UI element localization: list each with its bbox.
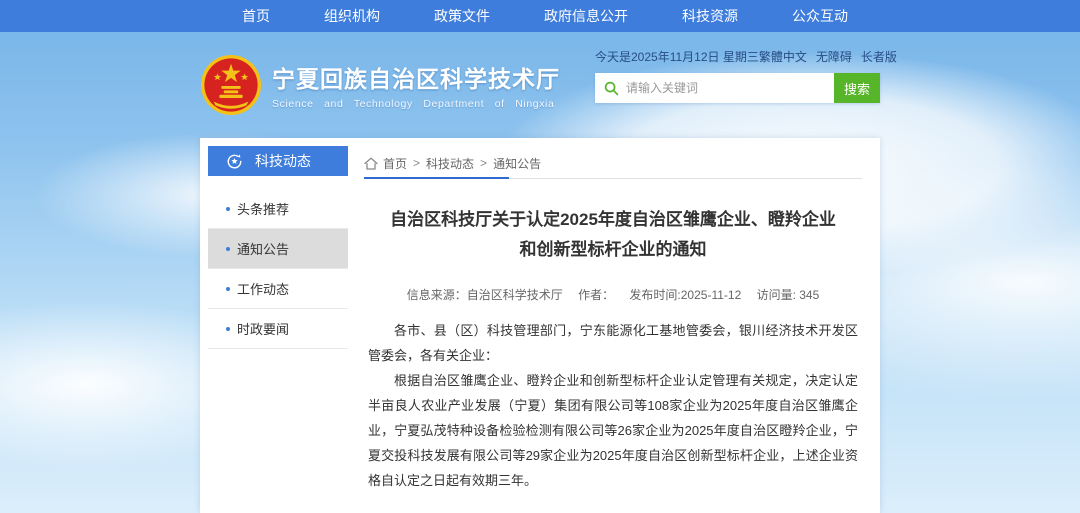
content-panel: 科技动态 头条推荐 通知公告 工作动态 时政要闻: [200, 138, 880, 513]
article-title-line2: 和创新型标杆企业的通知: [368, 235, 858, 265]
breadcrumb-separator: >: [413, 156, 420, 170]
search-input[interactable]: [626, 74, 834, 102]
top-navbar: 首页 组织机构 政策文件 政府信息公开 科技资源 公众互动: [0, 0, 1080, 32]
article-meta: 信息来源：自治区科学技术厅 作者： 发布时间:2025-11-12 访问量: 3…: [368, 286, 858, 303]
article-title-line1: 自治区科技厅关于认定2025年度自治区雏鹰企业、瞪羚企业: [368, 205, 858, 235]
sidebar-list: 头条推荐 通知公告 工作动态 时政要闻: [208, 189, 348, 349]
quick-links: 繁體中文 无障碍 长者版: [759, 48, 897, 65]
article: 自治区科技厅关于认定2025年度自治区雏鹰企业、瞪羚企业 和创新型标杆企业的通知…: [364, 179, 862, 513]
sidebar-item-work-trends[interactable]: 工作动态: [208, 269, 348, 309]
bullet-dot-icon: [226, 207, 230, 211]
breadcrumb-divider-accent: [364, 177, 509, 179]
current-date: 今天是2025年11月12日 星期三: [595, 48, 759, 65]
nav-item-organization[interactable]: 组织机构: [324, 6, 380, 26]
nav-item-home[interactable]: 首页: [242, 6, 270, 26]
sidebar-header-tech-news[interactable]: 科技动态: [208, 146, 348, 176]
sidebar-item-label: 头条推荐: [237, 199, 289, 218]
article-paragraph: 根据自治区雏鹰企业、瞪羚企业和创新型标杆企业认定管理有关规定，决定认定半亩良人农…: [368, 368, 858, 493]
bullet-dot-icon: [226, 287, 230, 291]
site-header: 宁夏回族自治区科学技术厅 Science and Technology Depa…: [0, 32, 1080, 138]
sidebar-item-label: 工作动态: [237, 279, 289, 298]
bullet-dot-icon: [226, 247, 230, 251]
search-box: 搜索: [595, 73, 880, 103]
meta-publish-time: 发布时间:2025-11-12: [629, 288, 741, 302]
bullet-dot-icon: [226, 327, 230, 331]
meta-author: 作者：: [578, 288, 614, 302]
header-right: 今天是2025年11月12日 星期三 繁體中文 无障碍 长者版 搜索: [595, 48, 880, 103]
nav-items: 首页 组织机构 政策文件 政府信息公开 科技资源 公众互动: [215, 6, 875, 26]
national-emblem-icon: [200, 54, 262, 116]
meta-source: 信息来源：自治区科学技术厅: [407, 288, 563, 302]
nav-item-interaction[interactable]: 公众互动: [792, 6, 848, 26]
site-title: 宁夏回族自治区科学技术厅: [272, 60, 560, 94]
page: { "colors": { "nav_blue": "#3e7ddc", "se…: [0, 0, 1080, 513]
search-icon: [604, 81, 619, 96]
link-traditional-chinese[interactable]: 繁體中文: [759, 48, 807, 65]
main-column: 首页 > 科技动态 > 通知公告 自治区科技厅关于认定2025年度自治区雏鹰企业…: [348, 146, 872, 505]
sidebar-item-politics-news[interactable]: 时政要闻: [208, 309, 348, 349]
breadcrumb: 首页 > 科技动态 > 通知公告: [364, 146, 862, 176]
breadcrumb-divider: [364, 178, 862, 179]
search-button[interactable]: 搜索: [834, 73, 880, 103]
star-circle-icon: [226, 153, 243, 170]
site-subtitle: Science and Technology Department of Nin…: [272, 98, 560, 110]
nav-item-policy[interactable]: 政策文件: [434, 6, 490, 26]
breadcrumb-home[interactable]: 首页: [383, 155, 407, 172]
meta-visits: 访问量: 345: [757, 288, 820, 302]
sidebar: 科技动态 头条推荐 通知公告 工作动态 时政要闻: [208, 146, 348, 505]
article-body: 各市、县（区）科技管理部门，宁东能源化工基地管委会，银川经济技术开发区管委会，各…: [368, 318, 858, 493]
sidebar-item-notices[interactable]: 通知公告: [208, 229, 348, 269]
home-icon: [364, 157, 378, 170]
sidebar-item-headlines[interactable]: 头条推荐: [208, 189, 348, 229]
link-accessibility[interactable]: 无障碍: [816, 48, 852, 65]
article-title: 自治区科技厅关于认定2025年度自治区雏鹰企业、瞪羚企业 和创新型标杆企业的通知: [368, 205, 858, 265]
breadcrumb-separator: >: [480, 156, 487, 170]
link-senior-version[interactable]: 长者版: [861, 48, 897, 65]
sidebar-item-label: 时政要闻: [237, 319, 289, 338]
site-logo-link[interactable]: 宁夏回族自治区科学技术厅 Science and Technology Depa…: [200, 54, 560, 116]
sidebar-title: 科技动态: [255, 151, 311, 171]
header-top-row: 今天是2025年11月12日 星期三 繁體中文 无障碍 长者版: [595, 48, 880, 64]
article-paragraph: 各市、县（区）科技管理部门，宁东能源化工基地管委会，银川经济技术开发区管委会，各…: [368, 318, 858, 368]
nav-item-resources[interactable]: 科技资源: [682, 6, 738, 26]
sidebar-item-label: 通知公告: [237, 239, 289, 258]
breadcrumb-current: 通知公告: [493, 155, 541, 172]
nav-item-gov-info[interactable]: 政府信息公开: [544, 6, 628, 26]
brand-text: 宁夏回族自治区科学技术厅 Science and Technology Depa…: [272, 60, 560, 110]
breadcrumb-tech-news[interactable]: 科技动态: [426, 155, 474, 172]
